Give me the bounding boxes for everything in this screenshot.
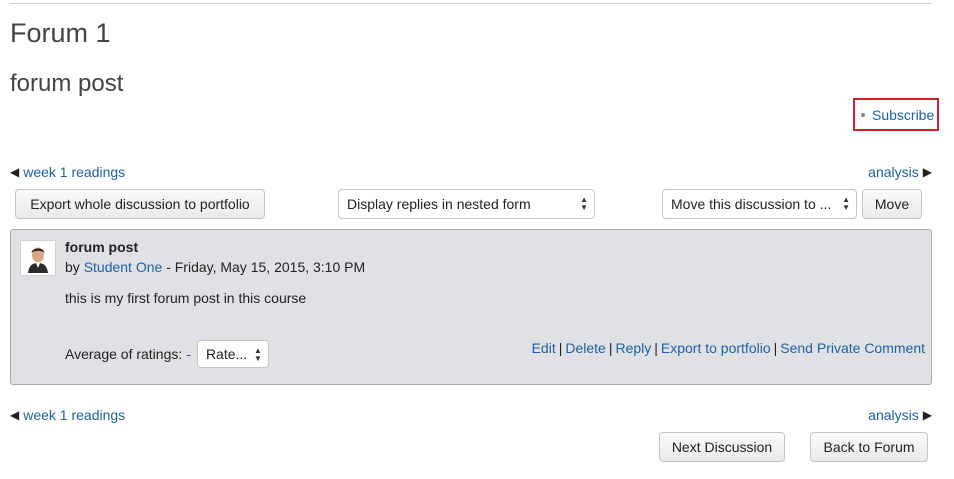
export-portfolio-link[interactable]: Export to portfolio (661, 340, 771, 356)
post-byline: by Student One - Friday, May 15, 2015, 3… (65, 259, 365, 275)
separator: | (558, 340, 563, 356)
subscribe-highlight: Subscribe (853, 98, 939, 131)
post-commands: Edit | Delete | Reply | Export to portfo… (532, 340, 925, 356)
select-arrows-icon: ▲ ▼ (254, 346, 262, 363)
next-discussion-button[interactable]: Next Discussion (659, 432, 785, 462)
rate-value: Rate... (205, 346, 248, 362)
private-comment-link[interactable]: Send Private Comment (780, 340, 925, 356)
ratings-label: Average of ratings: (65, 346, 183, 362)
ratings-row: Average of ratings: - Rate... ▲ ▼ (65, 340, 269, 368)
reply-link[interactable]: Reply (615, 340, 651, 356)
forum-post: forum post by Student One - Friday, May … (10, 229, 932, 385)
export-discussion-button[interactable]: Export whole discussion to portfolio (15, 189, 265, 219)
display-mode-select[interactable]: Display replies in nested form ▲ ▼ (338, 189, 595, 219)
discussion-nav-top: ◀ week 1 readings analysis ▶ (10, 162, 932, 182)
next-discussion-link[interactable]: analysis (868, 407, 919, 423)
avatar[interactable] (20, 240, 56, 276)
move-discussion-value: Move this discussion to ... (671, 196, 832, 212)
top-divider (10, 3, 932, 4)
post-subject: forum post (65, 239, 139, 255)
user-avatar-icon (23, 243, 53, 273)
author-link[interactable]: Student One (84, 259, 163, 275)
prev-discussion-link[interactable]: week 1 readings (23, 407, 125, 423)
separator: | (654, 340, 658, 356)
separator: | (773, 340, 778, 356)
select-arrows-icon: ▲ ▼ (842, 195, 850, 212)
move-button[interactable]: Move (862, 189, 922, 219)
by-prefix: by (65, 259, 80, 275)
post-body: this is my first forum post in this cour… (65, 290, 307, 306)
discussion-title: forum post (10, 70, 124, 97)
triangle-right-icon: ▶ (922, 408, 932, 422)
display-mode-value: Display replies in nested form (347, 196, 531, 212)
forum-title: Forum 1 (10, 18, 111, 48)
bullet-icon (861, 112, 865, 117)
post-date: - Friday, May 15, 2015, 3:10 PM (162, 259, 366, 275)
separator: | (608, 340, 613, 356)
next-discussion-link[interactable]: analysis (868, 164, 919, 180)
triangle-left-icon: ◀ (10, 408, 20, 422)
triangle-left-icon: ◀ (10, 165, 20, 179)
back-to-forum-button[interactable]: Back to Forum (810, 432, 928, 462)
triangle-right-icon: ▶ (922, 165, 932, 179)
prev-discussion-link[interactable]: week 1 readings (23, 164, 125, 180)
move-discussion-select[interactable]: Move this discussion to ... ▲ ▼ (662, 189, 857, 219)
select-arrows-icon: ▲ ▼ (580, 195, 588, 212)
subscribe-link[interactable]: Subscribe (872, 107, 934, 123)
edit-link[interactable]: Edit (532, 340, 556, 356)
delete-link[interactable]: Delete (565, 340, 605, 356)
ratings-value-link[interactable]: - (186, 346, 191, 362)
discussion-nav-bottom: ◀ week 1 readings analysis ▶ (10, 405, 932, 425)
rate-select[interactable]: Rate... ▲ ▼ (196, 340, 269, 368)
